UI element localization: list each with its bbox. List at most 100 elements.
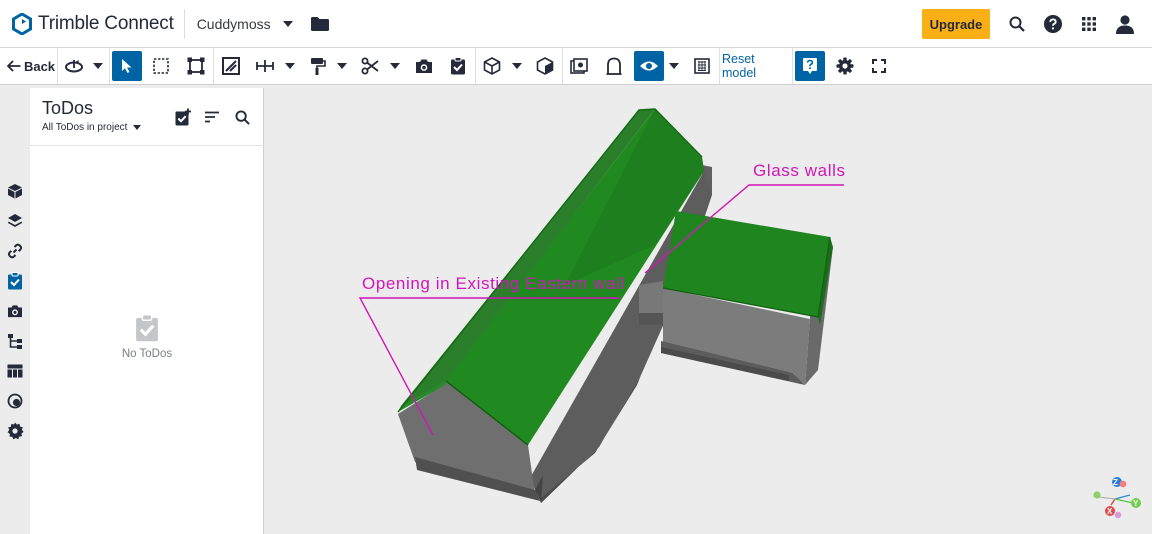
upgrade-button[interactable]: Upgrade <box>922 9 990 39</box>
visibility-button[interactable] <box>634 51 664 81</box>
fullscreen-icon <box>872 59 886 73</box>
paint-options-dropdown[interactable] <box>333 48 351 84</box>
rail-extensions-button[interactable] <box>5 421 25 441</box>
select-tool-button[interactable] <box>112 51 142 81</box>
search-icon <box>1009 16 1025 32</box>
section-options-dropdown[interactable] <box>386 48 404 84</box>
rail-layers-button[interactable] <box>5 211 25 231</box>
divider <box>562 48 563 84</box>
axis-z-label: Z <box>1113 478 1118 487</box>
todo-filter-label: All ToDos in project <box>42 122 128 133</box>
app-logo[interactable]: Trimble Connect <box>12 0 174 48</box>
todo-filter-dropdown[interactable]: All ToDos in project <box>42 122 142 133</box>
bounding-box-icon <box>187 57 205 75</box>
chevron-down-icon <box>669 63 679 69</box>
add-todo-button[interactable] <box>445 48 471 84</box>
camera-icon <box>8 305 22 318</box>
back-button[interactable]: Back <box>6 48 56 84</box>
markup-opening-eastern-wall[interactable]: Opening in Existing Eastern wall <box>362 274 625 294</box>
isolate-button[interactable] <box>532 48 558 84</box>
ghost-mode-button[interactable] <box>566 48 592 84</box>
apps-grid-icon <box>1082 17 1096 31</box>
todo-search-button[interactable] <box>232 107 252 127</box>
badge-gear-icon <box>7 422 24 440</box>
measure-options-dropdown[interactable] <box>281 48 299 84</box>
ghost-button[interactable] <box>601 48 627 84</box>
section-tool-button[interactable] <box>358 48 382 84</box>
markup-glass-walls[interactable]: Glass walls <box>753 161 846 181</box>
rail-clash-button[interactable] <box>5 391 25 411</box>
folder-button[interactable] <box>310 16 329 31</box>
cursor-icon <box>122 59 132 73</box>
divider <box>792 48 793 84</box>
divider <box>109 48 110 84</box>
model-viewport[interactable]: Z Y X Glass walls Opening in Existing Ea… <box>265 85 1152 534</box>
app-name: Trimble Connect <box>38 12 174 34</box>
chevron-down-icon <box>512 63 522 69</box>
chevron-down-icon <box>282 20 293 27</box>
rail-hierarchy-button[interactable] <box>5 331 25 351</box>
markup-button[interactable] <box>218 48 244 84</box>
rail-todos-button[interactable] <box>5 271 25 291</box>
paint-roller-icon <box>311 58 326 75</box>
view-cube-button[interactable] <box>480 48 504 84</box>
orbit-tool-button[interactable] <box>62 48 86 84</box>
clip-plane-button[interactable] <box>689 48 715 84</box>
divider <box>183 8 185 39</box>
search-button[interactable] <box>1005 12 1029 36</box>
search-icon <box>234 109 250 125</box>
measure-tool-button[interactable] <box>253 48 277 84</box>
camera-icon <box>416 59 432 73</box>
hatch-icon <box>694 58 710 74</box>
gear-icon <box>836 57 854 75</box>
hierarchy-icon <box>8 334 22 349</box>
folder-icon <box>310 16 329 31</box>
settings-button[interactable] <box>832 48 858 84</box>
chevron-down-icon <box>285 63 295 69</box>
reset-model-label: Reset model <box>722 52 757 80</box>
help-button[interactable] <box>1041 12 1065 36</box>
orbit-icon <box>65 60 83 73</box>
scissors-icon <box>361 57 379 75</box>
panel-divider <box>30 145 264 146</box>
divider <box>475 48 476 84</box>
orbit-options-dropdown[interactable] <box>89 48 107 84</box>
empty-todos-icon <box>136 314 158 342</box>
divider <box>719 48 720 84</box>
box-select-button[interactable] <box>148 48 174 84</box>
help-bubble-icon <box>803 58 817 74</box>
table-icon <box>7 364 23 378</box>
help-icon <box>1044 15 1062 33</box>
visibility-options-dropdown[interactable] <box>665 48 683 84</box>
axis-x-label: X <box>1107 507 1113 516</box>
layers-icon <box>8 214 22 227</box>
paint-tool-button[interactable] <box>306 48 330 84</box>
cube-filled-icon <box>8 184 22 199</box>
cube-icon <box>483 57 501 75</box>
user-menu-button[interactable] <box>1113 12 1137 36</box>
left-side-rail <box>0 85 30 534</box>
snapshot-button[interactable] <box>411 48 437 84</box>
eye-icon <box>640 61 658 71</box>
todos-panel: ToDos All ToDos in project No ToDos <box>30 88 264 534</box>
top-bar: Trimble Connect Cuddymoss Upgrade <box>0 0 1152 48</box>
fullscreen-button[interactable] <box>866 48 892 84</box>
rail-table-button[interactable] <box>5 361 25 381</box>
help-tips-button[interactable] <box>795 51 825 81</box>
reset-model-button[interactable]: Reset model <box>722 48 790 84</box>
chevron-down-icon <box>337 63 347 69</box>
markup-icon <box>222 57 240 75</box>
apps-button[interactable] <box>1077 12 1101 36</box>
project-selector[interactable]: Cuddymoss <box>197 0 293 48</box>
fit-selection-button[interactable] <box>183 48 209 84</box>
view-options-dropdown[interactable] <box>508 48 526 84</box>
avatar-icon <box>1116 15 1134 34</box>
sort-button[interactable] <box>202 107 222 127</box>
divider <box>57 48 58 84</box>
arrow-left-icon <box>6 60 21 72</box>
link-icon <box>7 243 23 259</box>
create-todo-button[interactable] <box>173 107 193 127</box>
rail-models-button[interactable] <box>5 181 25 201</box>
rail-links-button[interactable] <box>5 241 25 261</box>
rail-views-button[interactable] <box>5 301 25 321</box>
